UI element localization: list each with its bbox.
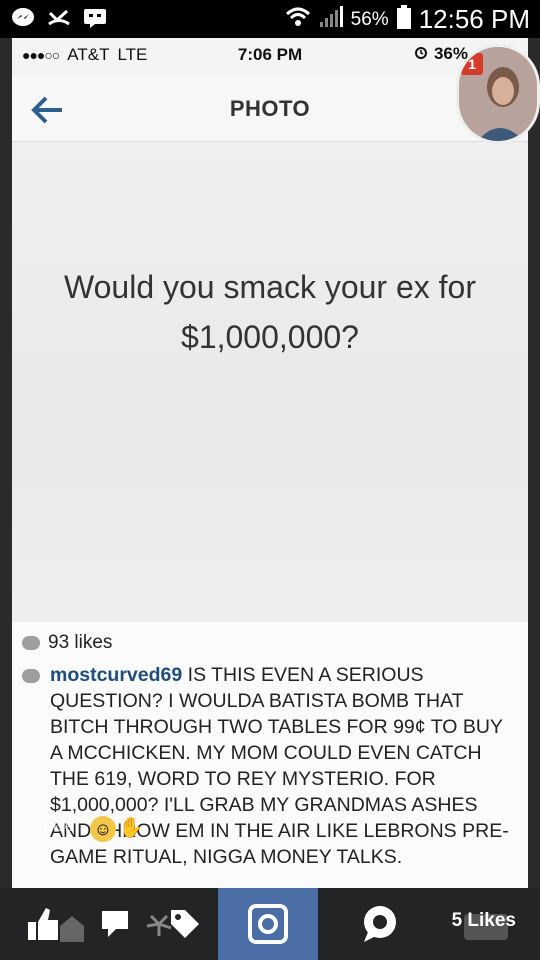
comment-bubble-icon [102, 911, 128, 937]
tag-button[interactable] [140, 888, 202, 960]
thumbs-up-home-icon [28, 908, 84, 942]
quote-line-1: Would you smack your ex for [63, 269, 476, 305]
comment-button[interactable] [96, 888, 136, 960]
android-status-bar: 56% 12:56 PM [0, 0, 540, 38]
bottom-action-bar: 5 Likes [0, 888, 540, 960]
tag-icon [146, 910, 199, 938]
screenshot-photo: ●●●○○ AT&T LTE 7:06 PM 36% PHOTO Would y… [0, 38, 540, 888]
camera-tab[interactable] [218, 888, 318, 960]
likes-count: 93 likes [48, 632, 113, 653]
nav-bar: PHOTO [12, 74, 528, 142]
wifi-icon [285, 6, 311, 34]
quote-line-2: $1,000,000? [181, 319, 359, 355]
chat-head-avatar[interactable]: 1 [456, 44, 540, 144]
photo-content: Would you smack your ex for $1,000,000? [12, 142, 528, 622]
photo-quote: Would you smack your ex for $1,000,000? [32, 262, 508, 362]
notification-badge: 1 [461, 53, 483, 75]
likes-summary: 5 Likes [451, 910, 516, 931]
grin-emoji-icon: ☺ [90, 816, 116, 842]
battery-icon [396, 4, 411, 35]
messenger-icon [10, 6, 36, 30]
comment-username[interactable]: mostcurved69 [50, 664, 182, 686]
ios-status-bar: ●●●○○ AT&T LTE 7:06 PM 36% [12, 38, 528, 74]
android-clock: 12:56 PM [418, 4, 530, 34]
comments-section: 93 likes mostcurved69 IS THIS EVEN A SER… [12, 622, 528, 888]
heart-icon [22, 636, 40, 650]
camera-icon [248, 904, 288, 944]
like-button[interactable] [16, 888, 96, 960]
message-icon [82, 6, 108, 30]
alarm-icon [414, 44, 428, 64]
instagram-screen: ●●●○○ AT&T LTE 7:06 PM 36% PHOTO Would y… [12, 38, 528, 888]
watermark: Lorise [30, 818, 74, 835]
messages-button[interactable] [340, 888, 420, 960]
page-title: PHOTO [229, 96, 311, 121]
battery-percent: 56% [350, 8, 389, 30]
chat-bubble-icon [364, 906, 396, 942]
likes-row[interactable]: 93 likes [22, 632, 112, 654]
comment-icon [22, 669, 40, 683]
missed-call-icon [46, 6, 72, 30]
signal-icon [319, 5, 343, 34]
ok-hand-emoji-icon: ✋ [118, 817, 144, 839]
